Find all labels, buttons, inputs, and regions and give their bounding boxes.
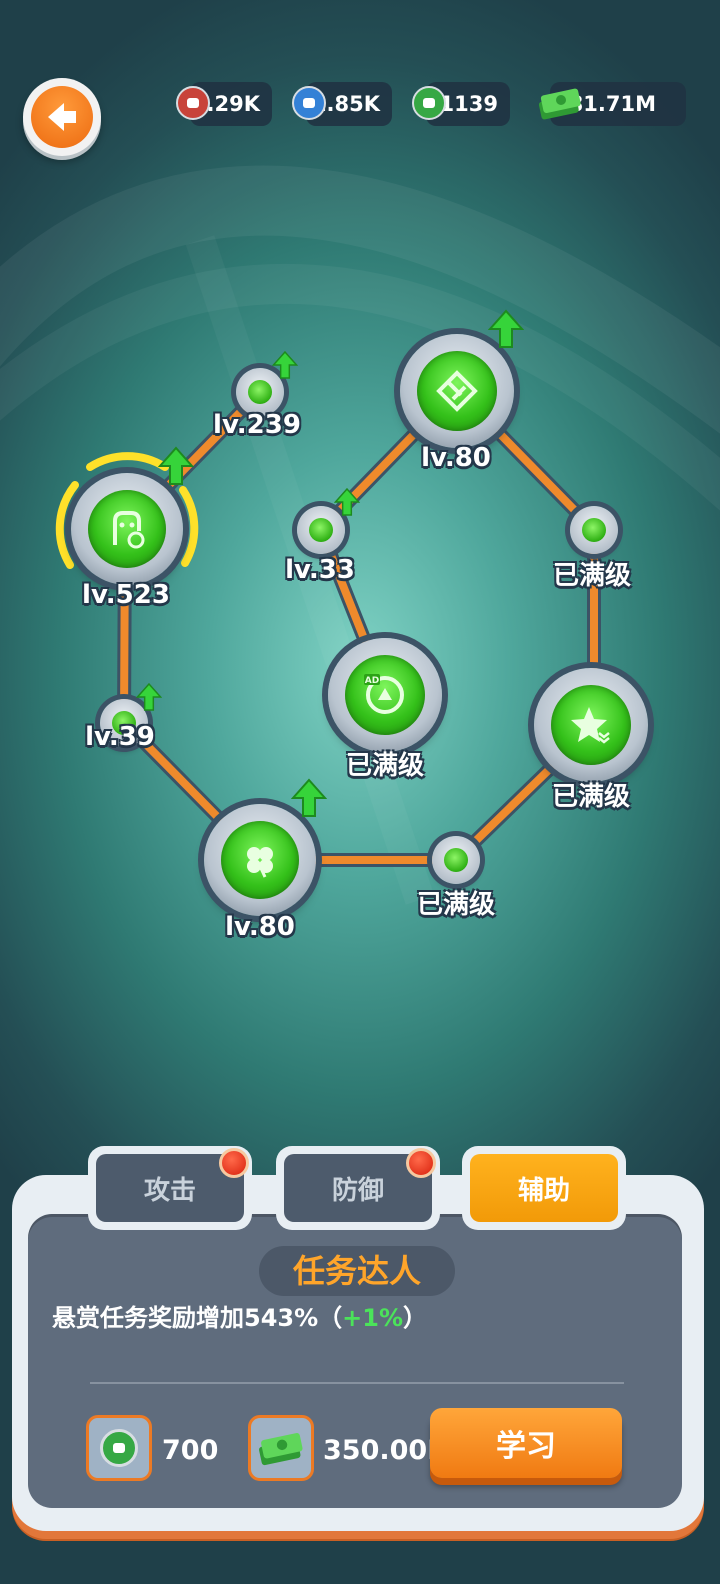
- skill-node-clover[interactable]: [204, 804, 316, 916]
- upgrade-arrow-icon: [334, 487, 360, 516]
- notification-dot: [406, 1148, 436, 1178]
- target-lock-icon: [113, 511, 145, 549]
- skill-node-small-right[interactable]: [570, 506, 618, 554]
- upgrade-arrow-icon: [272, 350, 298, 379]
- skill-desc-bonus: +1%: [342, 1304, 404, 1332]
- node-label-ad-wheel: 已满级: [345, 751, 425, 781]
- node-label-star: 已满级: [551, 782, 631, 812]
- tab-support[interactable]: 辅助: [462, 1146, 626, 1230]
- diamond-shield-icon: [436, 370, 478, 412]
- cost-box-coin: [86, 1415, 152, 1481]
- green-fist-coin-icon: [100, 1429, 138, 1467]
- cost-box-cash: [248, 1415, 314, 1481]
- skill-title: 任务达人: [292, 1252, 421, 1290]
- skill-node-diamond[interactable]: [400, 334, 514, 448]
- skill-node-target[interactable]: [71, 473, 183, 585]
- skill-desc-main: 悬赏任务奖励增加543%（: [52, 1304, 343, 1332]
- divider: [90, 1382, 624, 1384]
- upgrade-arrow-icon: [136, 682, 162, 711]
- skill-desc-end: ）: [403, 1304, 428, 1332]
- node-label-small-left: lv.39: [85, 722, 155, 752]
- node-label-target: lv.523: [82, 580, 170, 610]
- learn-button[interactable]: 学习: [430, 1408, 622, 1478]
- tab-support-label: 辅助: [470, 1154, 618, 1222]
- node-label-clover: lv.80: [225, 912, 295, 942]
- upgrade-arrow-icon: [158, 446, 194, 485]
- node-label-small-right: 已满级: [552, 561, 632, 591]
- upgrade-arrow-icon: [488, 309, 524, 348]
- notification-dot: [219, 1148, 249, 1178]
- ad-wheel-icon: AD: [364, 674, 404, 714]
- svg-text:AD: AD: [365, 676, 379, 686]
- star-rank-icon: [571, 707, 610, 744]
- node-label-small-bottom: 已满级: [416, 890, 496, 920]
- cash-stack-icon: [259, 1433, 303, 1466]
- skill-node-star[interactable]: [534, 668, 648, 782]
- skill-node-small-bottom[interactable]: [432, 836, 480, 884]
- node-label-small-top-left: lv.239: [213, 410, 301, 440]
- skill-node-ad-wheel[interactable]: AD: [328, 638, 442, 752]
- node-label-diamond: lv.80: [421, 443, 491, 473]
- node-label-small-center: lv.33: [285, 555, 355, 585]
- cost-coin-value: 700: [162, 1435, 219, 1466]
- clover-icon: [247, 847, 273, 878]
- skill-description: 悬赏任务奖励增加543%（+1%）: [52, 1298, 427, 1333]
- upgrade-arrow-icon: [291, 778, 327, 817]
